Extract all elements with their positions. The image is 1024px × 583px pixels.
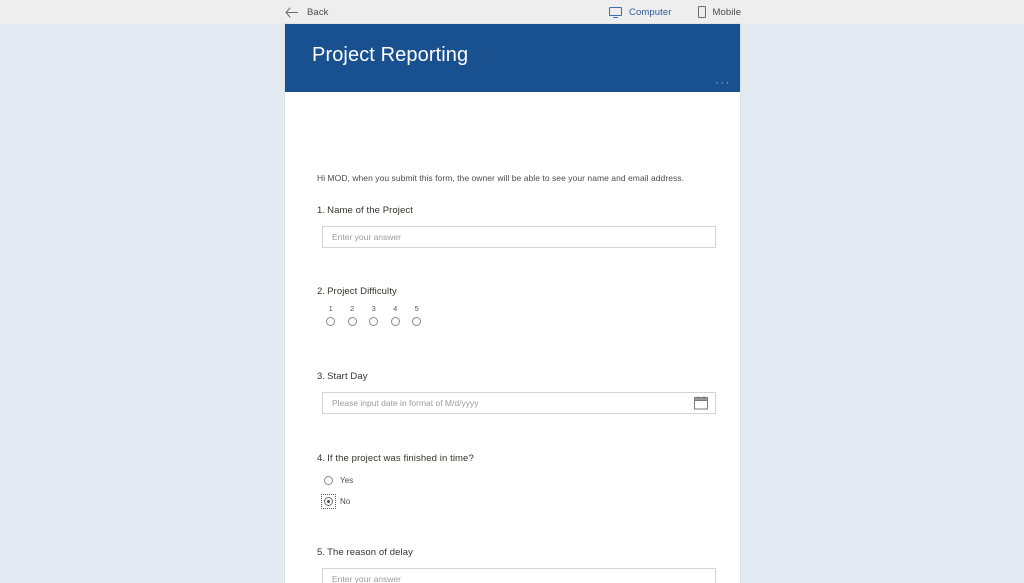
form-header-banner: Project Reporting ··· <box>285 24 740 92</box>
back-label: Back <box>307 6 329 18</box>
start-day-input[interactable] <box>322 392 716 414</box>
more-options-icon[interactable]: ··· <box>715 78 731 89</box>
question-2-title: 2. Project Difficulty <box>317 286 397 297</box>
device-option-mobile[interactable]: Mobile <box>697 6 742 18</box>
device-option-mobile-label: Mobile <box>712 6 742 18</box>
question-1-number: 1. <box>317 205 326 216</box>
project-name-input[interactable] <box>322 226 716 248</box>
focus-outline <box>321 494 336 509</box>
rating-option-3-label: 3 <box>371 304 376 313</box>
choice-option-no[interactable]: No <box>321 494 351 509</box>
difficulty-rating-scale: 1 2 3 4 5 <box>320 305 428 326</box>
rating-option-4-radio[interactable] <box>390 316 400 326</box>
question-2-number: 2. <box>317 286 326 297</box>
rating-option-2-label: 2 <box>350 304 355 313</box>
rating-option-3-radio[interactable] <box>369 316 379 326</box>
form-preview-card: Project Reporting ··· Hi MOD, when you s… <box>285 24 740 583</box>
calendar-icon[interactable] <box>694 396 708 410</box>
rating-option-3[interactable]: 3 <box>363 305 385 326</box>
rating-option-2[interactable]: 2 <box>342 305 364 326</box>
question-3-label: Start Day <box>327 371 368 382</box>
device-option-computer-label: Computer <box>629 6 672 18</box>
rating-option-4[interactable]: 4 <box>385 305 407 326</box>
rating-option-5-label: 5 <box>414 304 419 313</box>
mobile-icon <box>697 6 706 18</box>
rating-option-1[interactable]: 1 <box>320 305 342 326</box>
question-4: 4. If the project was finished in time? <box>317 453 474 464</box>
rating-option-5-radio[interactable] <box>412 316 422 326</box>
question-1-label: Name of the Project <box>327 205 413 216</box>
question-2: 2. Project Difficulty <box>317 286 397 297</box>
form-greeting: Hi MOD, when you submit this form, the o… <box>317 173 685 183</box>
question-1-title: 1. Name of the Project <box>317 205 413 216</box>
rating-option-2-radio[interactable] <box>347 316 357 326</box>
back-button[interactable]: Back <box>285 7 329 18</box>
question-1: 1. Name of the Project <box>317 205 413 216</box>
choice-option-no-radio[interactable] <box>321 494 336 509</box>
question-2-label: Project Difficulty <box>327 286 397 297</box>
arrow-left-icon <box>285 7 298 18</box>
choice-option-yes-radio[interactable] <box>324 476 333 485</box>
device-preview-switcher: Computer Mobile <box>609 6 741 18</box>
question-4-title: 4. If the project was finished in time? <box>317 453 474 464</box>
question-5: 5. The reason of delay <box>317 547 413 558</box>
form-title: Project Reporting <box>312 44 469 66</box>
device-option-computer[interactable]: Computer <box>609 6 672 18</box>
question-4-number: 4. <box>317 453 326 464</box>
rating-option-1-radio[interactable] <box>326 316 336 326</box>
question-5-title: 5. The reason of delay <box>317 547 413 558</box>
rating-option-1-label: 1 <box>328 304 333 313</box>
choice-option-yes-label: Yes <box>340 476 354 485</box>
question-3: 3. Start Day <box>317 371 368 382</box>
preview-toolbar: Back Computer Mobile <box>0 0 1024 24</box>
question-3-number: 3. <box>317 371 326 382</box>
reason-of-delay-input[interactable] <box>322 568 716 583</box>
question-4-label: If the project was finished in time? <box>327 453 474 464</box>
question-5-number: 5. <box>317 547 326 558</box>
choice-option-yes[interactable]: Yes <box>324 476 353 485</box>
question-3-title: 3. Start Day <box>317 371 368 382</box>
monitor-icon <box>609 6 622 18</box>
start-day-field <box>322 392 716 414</box>
choice-option-no-label: No <box>340 497 351 506</box>
question-5-label: The reason of delay <box>327 547 413 558</box>
rating-option-4-label: 4 <box>393 304 398 313</box>
rating-option-5[interactable]: 5 <box>406 305 428 326</box>
